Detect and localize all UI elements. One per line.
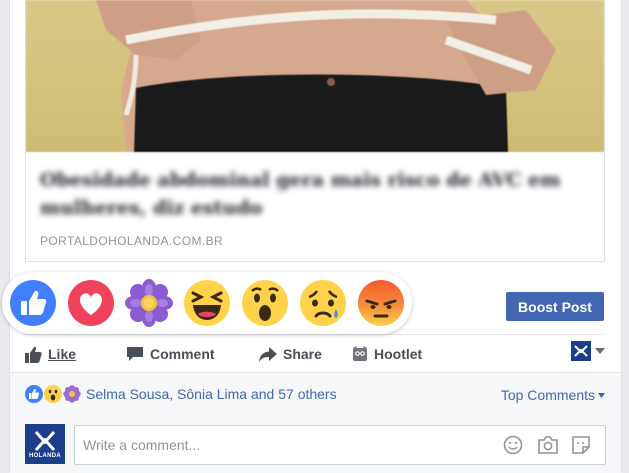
holanda-logo-icon [34, 430, 56, 451]
sad-reaction-icon[interactable] [299, 279, 347, 327]
post-actions: Like Comment Share Hootlet [25, 338, 605, 370]
hootlet-label: Hootlet [374, 346, 423, 362]
reaction-summary[interactable]: Selma Sousa, Sônia Lima and 57 others [25, 385, 337, 403]
link-preview[interactable]: Obesidade abdominal gera mais risco de A… [25, 0, 605, 262]
avatar-label: HOLANDA [28, 452, 62, 459]
thumbs-up-icon [25, 346, 42, 363]
comment-sort-label: Top Comments [500, 387, 595, 403]
love-reaction-icon[interactable] [67, 279, 115, 327]
camera-icon[interactable] [537, 435, 559, 455]
link-domain: PORTALDOHOLANDA.COM.BR [40, 234, 224, 248]
comments-section: Selma Sousa, Sônia Lima and 57 others To… [10, 372, 621, 473]
wow-reaction-icon[interactable] [241, 279, 289, 327]
avatar[interactable]: HOLANDA [25, 424, 65, 464]
page-identity-selector[interactable] [571, 341, 605, 361]
hootlet-button[interactable]: Hootlet [352, 338, 422, 370]
share-arrow-icon [259, 346, 277, 362]
reactions-picker [2, 272, 412, 334]
owl-icon [353, 346, 367, 361]
thankful-flower-icon[interactable] [125, 279, 173, 327]
caret-down-icon [598, 392, 605, 398]
comment-label: Comment [150, 346, 215, 362]
wow-reaction-icon [44, 385, 62, 403]
comment-button[interactable]: Comment [126, 338, 215, 370]
share-button[interactable]: Share [259, 338, 322, 370]
like-reaction-icon[interactable] [9, 279, 57, 327]
reaction-names[interactable]: Selma Sousa, Sônia Lima and 57 others [86, 386, 337, 402]
haha-reaction-icon[interactable] [183, 279, 231, 327]
boost-post-button[interactable]: Boost Post [506, 292, 604, 321]
link-preview-image[interactable] [26, 0, 604, 152]
angry-reaction-icon[interactable] [357, 279, 405, 327]
emoji-icon[interactable] [503, 435, 523, 455]
like-reaction-icon [25, 385, 43, 403]
comment-sort-dropdown[interactable]: Top Comments [501, 387, 605, 403]
like-label: Like [48, 346, 77, 362]
post-card: Obesidade abdominal gera mais risco de A… [9, 0, 622, 473]
sticker-icon[interactable] [571, 435, 591, 455]
chevron-down-icon [595, 348, 605, 354]
share-label: Share [283, 346, 322, 362]
comment-input[interactable] [81, 435, 485, 455]
thankful-flower-icon [63, 385, 81, 403]
comment-icon [127, 347, 143, 361]
like-button[interactable]: Like [25, 338, 76, 370]
link-title[interactable]: Obesidade abdominal gera mais risco de A… [40, 166, 590, 222]
comment-composer[interactable] [74, 425, 606, 465]
holanda-page-icon [571, 341, 591, 361]
divider [25, 334, 605, 335]
